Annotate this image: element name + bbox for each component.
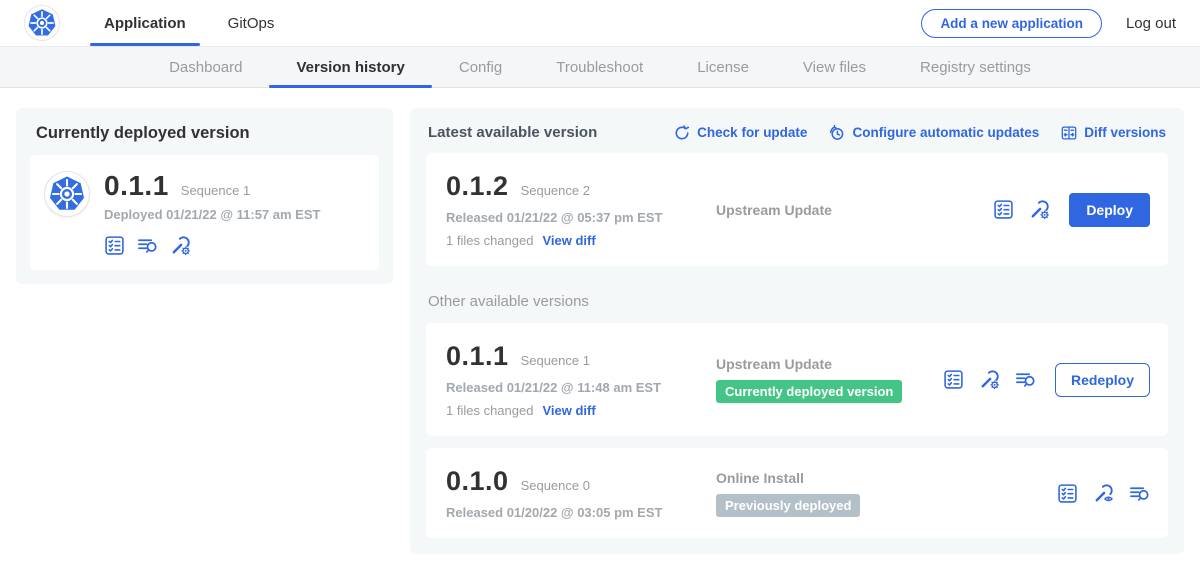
previously-deployed-badge: Previously deployed [716,494,860,517]
deployed-timestamp: Deployed 01/21/22 @ 11:57 am EST [104,207,320,222]
app-subnav: Dashboard Version history Config Trouble… [0,46,1200,88]
deployed-version-info: 0.1.1 Sequence 1 Deployed 01/21/22 @ 11:… [104,171,320,256]
configure-automatic-updates-link[interactable]: Configure automatic updates [829,125,1039,141]
deployed-panel-title: Currently deployed version [36,124,373,143]
sequence-label: Sequence 0 [521,478,590,493]
add-application-button[interactable]: Add a new application [921,9,1102,38]
deploy-button[interactable]: Deploy [1069,193,1150,227]
check-for-update-link[interactable]: Check for update [674,125,807,141]
subnav-troubleshoot[interactable]: Troubleshoot [529,47,670,87]
released-timestamp: Released 01/21/22 @ 11:48 am EST [446,380,698,395]
deploy-logs-icon[interactable] [1015,369,1036,390]
app-header: Application GitOps Add a new application… [0,0,1200,46]
version-actions-group [1057,483,1150,504]
view-config-icon[interactable] [1093,483,1114,504]
preflight-checks-icon[interactable] [104,235,125,256]
released-timestamp: Released 01/21/22 @ 05:37 pm EST [446,210,698,225]
refresh-icon [674,125,690,141]
currently-deployed-badge: Currently deployed version [716,380,902,403]
version-source: Upstream Update Currently deployed versi… [698,356,943,403]
deployed-version-number: 0.1.1 [104,171,169,200]
version-card-0-1-0: 0.1.0 Sequence 0 Released 01/20/22 @ 03:… [426,448,1168,538]
deploy-logs-icon[interactable] [137,235,158,256]
header-actions: Add a new application Log out [921,9,1176,38]
subnav-license[interactable]: License [670,47,776,87]
redeploy-button[interactable]: Redeploy [1055,363,1150,397]
deployed-sequence-label: Sequence 1 [181,183,250,198]
check-for-update-label: Check for update [697,125,807,140]
kubernetes-logo [24,5,60,41]
sequence-label: Sequence 2 [521,183,590,198]
deploy-logs-icon[interactable] [1129,483,1150,504]
config-icon[interactable] [1029,199,1050,220]
source-label: Upstream Update [716,356,943,372]
subnav-version-history[interactable]: Version history [269,47,431,87]
version-source: Upstream Update [698,202,993,218]
diff-versions-link[interactable]: Diff versions [1061,125,1166,141]
version-actions: Check for update Configure automatic upd… [674,125,1166,141]
currently-deployed-panel: Currently deployed version 0.1.1 Sequenc… [16,108,393,284]
main-content: Currently deployed version 0.1.1 Sequenc… [0,88,1200,574]
subnav-registry-settings[interactable]: Registry settings [893,47,1058,87]
config-icon[interactable] [170,235,191,256]
app-logo [44,171,90,217]
view-diff-link[interactable]: View diff [542,403,595,418]
latest-available-title: Latest available version [428,124,597,141]
version-card-0-1-1: 0.1.1 Sequence 1 Released 01/21/22 @ 11:… [426,323,1168,436]
version-number: 0.1.2 [446,171,509,202]
files-changed-label: 1 files changed [446,403,533,418]
version-card-0-1-2: 0.1.2 Sequence 2 Released 01/21/22 @ 05:… [426,153,1168,266]
header-tabs: Application GitOps [90,0,302,46]
source-label: Upstream Update [716,202,993,218]
version-info: 0.1.1 Sequence 1 Released 01/21/22 @ 11:… [446,341,698,418]
files-changed-label: 1 files changed [446,233,533,248]
config-icon[interactable] [979,369,1000,390]
tab-gitops[interactable]: GitOps [214,0,289,46]
sequence-label: Sequence 1 [521,353,590,368]
diff-icon [1061,125,1077,141]
version-source: Online Install Previously deployed [698,470,1057,517]
version-actions-group: Deploy [993,193,1150,227]
version-actions-group: Redeploy [943,363,1150,397]
source-label: Online Install [716,470,1057,486]
deployed-version-card: 0.1.1 Sequence 1 Deployed 01/21/22 @ 11:… [30,155,379,270]
version-info: 0.1.0 Sequence 0 Released 01/20/22 @ 03:… [446,466,698,520]
version-number: 0.1.1 [446,341,509,372]
available-versions-panel: Latest available version Check for updat… [410,108,1184,554]
logout-button[interactable]: Log out [1126,15,1176,32]
schedule-update-icon [829,125,845,141]
configure-automatic-updates-label: Configure automatic updates [852,125,1039,140]
subnav-view-files[interactable]: View files [776,47,893,87]
subnav-config[interactable]: Config [432,47,529,87]
diff-versions-label: Diff versions [1084,125,1166,140]
version-info: 0.1.2 Sequence 2 Released 01/21/22 @ 05:… [446,171,698,248]
released-timestamp: Released 01/20/22 @ 03:05 pm EST [446,505,698,520]
other-versions-title: Other available versions [428,293,1166,310]
preflight-checks-icon[interactable] [993,199,1014,220]
tab-application[interactable]: Application [90,0,200,46]
view-diff-link[interactable]: View diff [542,233,595,248]
subnav-dashboard[interactable]: Dashboard [142,47,269,87]
version-number: 0.1.0 [446,466,509,497]
preflight-checks-icon[interactable] [943,369,964,390]
preflight-checks-icon[interactable] [1057,483,1078,504]
